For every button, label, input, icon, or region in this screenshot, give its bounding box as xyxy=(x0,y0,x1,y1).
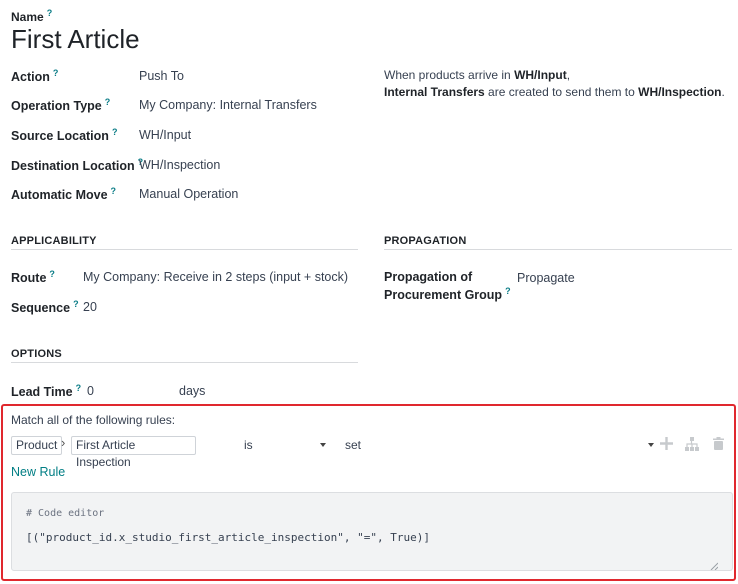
help-icon[interactable]: ? xyxy=(76,383,82,393)
help-icon[interactable]: ? xyxy=(112,127,118,137)
propagation-label-line2: Procurement Group? xyxy=(384,286,511,303)
automatic-move-label: Automatic Move? xyxy=(11,186,117,203)
code-editor-content[interactable]: [("product_id.x_studio_first_article_ins… xyxy=(26,531,430,544)
new-rule-link[interactable]: New Rule xyxy=(11,465,65,479)
source-location-label: Source Location? xyxy=(11,127,118,144)
help-icon[interactable]: ? xyxy=(505,286,511,296)
action-label: Action? xyxy=(11,68,59,85)
path-segment-field[interactable]: First Article Inspection xyxy=(71,436,196,469)
lead-time-label: Lead Time? xyxy=(11,383,82,400)
destination-location-label: Destination Location? xyxy=(11,157,144,174)
lead-time-input[interactable]: 0 xyxy=(87,384,94,398)
section-divider xyxy=(11,362,358,363)
sequence-field[interactable]: 20 xyxy=(83,300,97,314)
code-editor[interactable]: # Code editor [("product_id.x_studio_fir… xyxy=(11,492,733,571)
source-location-field[interactable]: WH/Input xyxy=(139,128,191,142)
value-select[interactable]: set xyxy=(345,436,657,454)
rule-explanation-line1: When products arrive in WH/Input, xyxy=(384,68,571,82)
rule-explanation-line2: Internal Transfers are created to send t… xyxy=(384,85,725,99)
trash-icon[interactable] xyxy=(713,437,724,450)
add-rule-icon[interactable] xyxy=(660,437,673,450)
action-field[interactable]: Push To xyxy=(139,69,184,83)
section-divider xyxy=(11,249,358,250)
route-field[interactable]: My Company: Receive in 2 steps (input + … xyxy=(83,270,348,284)
code-editor-comment: # Code editor xyxy=(26,508,105,519)
section-divider xyxy=(384,249,732,250)
help-icon[interactable]: ? xyxy=(111,186,117,196)
name-label: Name? xyxy=(11,8,53,24)
operation-type-label: Operation Type? xyxy=(11,97,111,114)
domain-editor-heading: Match all of the following rules: xyxy=(11,413,176,427)
path-segment-product[interactable]: Product xyxy=(11,436,63,455)
help-icon[interactable]: ? xyxy=(53,68,59,78)
path-separator-icon: › xyxy=(61,435,66,450)
operator-value: is xyxy=(244,438,253,452)
rule-value: set xyxy=(345,438,362,452)
destination-location-field[interactable]: WH/Inspection xyxy=(139,158,220,172)
lead-time-unit: days xyxy=(179,384,206,398)
sequence-label: Sequence? xyxy=(11,299,79,316)
propagation-label-line1: Propagation of xyxy=(384,270,473,284)
resize-handle-icon[interactable] xyxy=(710,557,719,571)
propagation-field[interactable]: Propagate xyxy=(517,271,575,285)
operation-type-field[interactable]: My Company: Internal Transfers xyxy=(139,98,317,112)
options-section-title: OPTIONS xyxy=(11,348,62,360)
page-title[interactable]: First Article xyxy=(11,24,140,55)
help-icon[interactable]: ? xyxy=(49,269,55,279)
applicability-section-title: APPLICABILITY xyxy=(11,235,97,247)
help-icon[interactable]: ? xyxy=(73,299,79,309)
automatic-move-field[interactable]: Manual Operation xyxy=(139,187,238,201)
propagation-section-title: PROPAGATION xyxy=(384,235,467,247)
help-icon[interactable]: ? xyxy=(47,8,53,18)
chevron-down-icon xyxy=(648,443,654,447)
chevron-down-icon xyxy=(320,443,326,447)
add-branch-icon[interactable] xyxy=(685,437,699,451)
help-icon[interactable]: ? xyxy=(105,97,111,107)
operator-select[interactable]: is xyxy=(244,436,329,454)
route-label: Route? xyxy=(11,269,55,286)
